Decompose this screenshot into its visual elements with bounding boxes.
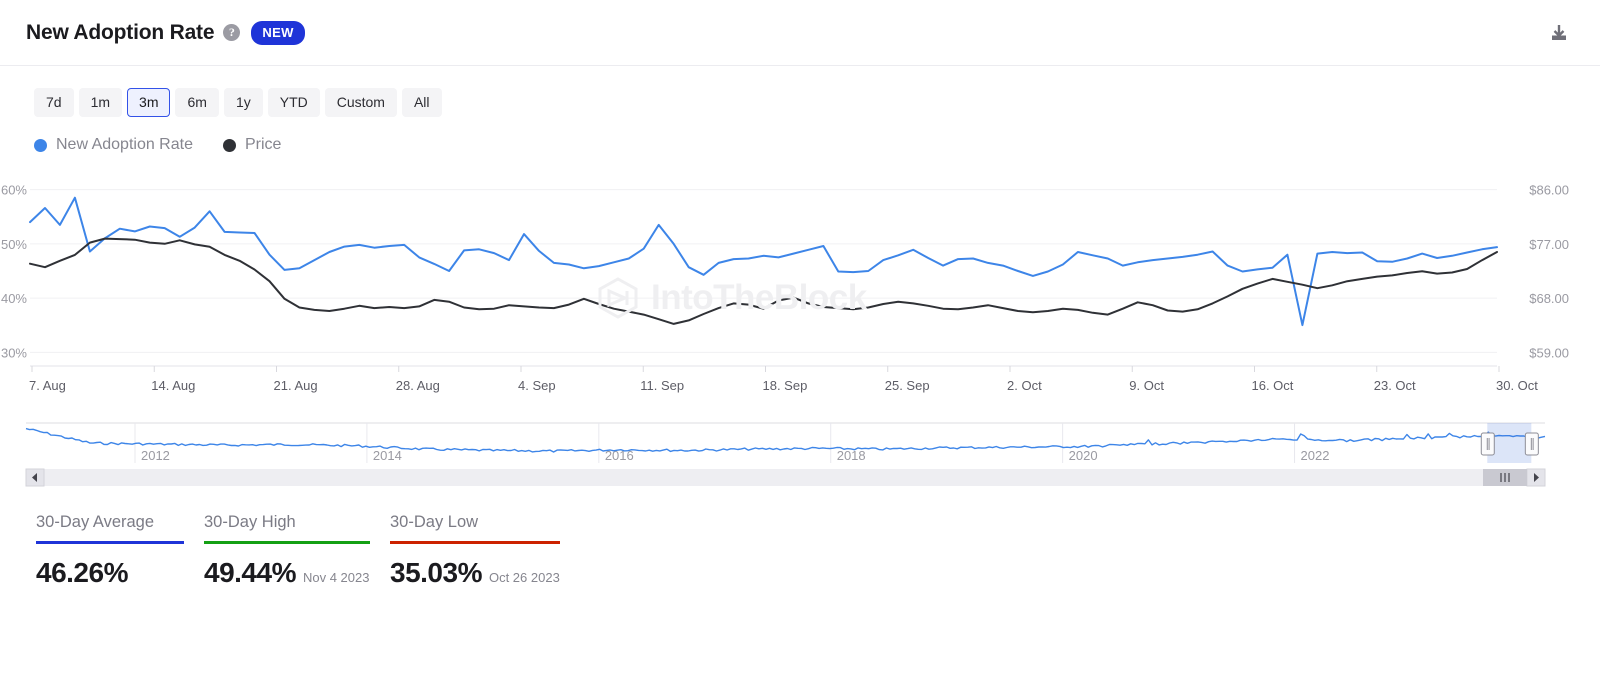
- legend-item-new-adoption-rate[interactable]: New Adoption Rate: [34, 136, 193, 154]
- x-axis-tick: 28. Aug: [396, 378, 440, 393]
- series-line-new-adoption-rate: [29, 196, 1498, 327]
- stat-30-day-high: 30-Day High 49.44% Nov 4 2023: [204, 513, 370, 589]
- x-axis-tick: 7. Aug: [29, 378, 66, 393]
- legend-dot-icon: [34, 138, 47, 152]
- x-axis-tick: 25. Sep: [885, 378, 930, 393]
- x-axis-tick: 23. Oct: [1374, 378, 1416, 393]
- stat-value: 49.44%: [204, 557, 296, 588]
- y-axis-right-tick: $59.00: [1529, 345, 1569, 360]
- x-axis-tick: 11. Sep: [640, 378, 684, 393]
- x-axis-tick: 2. Oct: [1007, 378, 1042, 393]
- range-button-1m[interactable]: 1m: [78, 88, 123, 117]
- main-chart[interactable]: 60% $86.00 50% $77.00 40% $68.00 30% $59.00 7. A…: [0, 164, 1600, 409]
- y-axis-right-tick: $68.00: [1529, 291, 1569, 306]
- range-button-all[interactable]: All: [401, 88, 442, 117]
- range-button-1y[interactable]: 1y: [223, 88, 263, 117]
- chart-legend: New Adoption Rate Price: [0, 117, 1600, 154]
- stat-date: Nov 4 2023: [302, 570, 370, 585]
- y-axis-left-tick: 50%: [1, 237, 27, 252]
- y-axis-left-tick: 40%: [1, 291, 27, 306]
- chart-navigator[interactable]: 2012 2014 2016 2018 2020 2022: [0, 415, 1600, 490]
- x-axis-tick: 9. Oct: [1129, 378, 1164, 393]
- download-glyph: [1552, 24, 1566, 40]
- navigator-year-label: 2012: [141, 448, 170, 463]
- y-axis-left-tick: 60%: [1, 183, 27, 198]
- scroll-left-icon[interactable]: [25, 468, 45, 487]
- y-axis-right-tick: $77.00: [1529, 237, 1569, 252]
- legend-dot-icon: [222, 138, 236, 152]
- status-badge: NEW: [251, 20, 305, 45]
- question-mark-icon[interactable]: ?: [223, 24, 241, 41]
- range-button-3m[interactable]: 3m: [127, 88, 171, 117]
- range-button-custom[interactable]: Custom: [324, 88, 397, 117]
- stat-value: 35.03%: [390, 557, 482, 588]
- x-axis-tick: 14. Aug: [151, 378, 195, 393]
- navigator-scrollbar-thumb[interactable]: [1483, 469, 1527, 486]
- x-axis-tick: 18. Sep: [763, 378, 808, 393]
- x-axis-tick: 21. Aug: [274, 378, 318, 393]
- x-axis-tick: 16. Oct: [1252, 378, 1294, 393]
- time-range-selector: 7d 1m 3m 6m 1y YTD Custom All: [0, 66, 1600, 117]
- range-button-7d[interactable]: 7d: [34, 88, 74, 117]
- y-axis-left-tick: 30%: [1, 345, 27, 360]
- page-title: New Adoption Rate: [26, 20, 215, 44]
- x-axis-tick: 4. Sep: [518, 378, 556, 393]
- y-axis-right-tick: $86.00: [1529, 183, 1569, 198]
- x-axis-tick: 30. Oct: [1496, 378, 1538, 393]
- scroll-right-icon[interactable]: [1526, 468, 1546, 487]
- legend-label: Price: [244, 136, 282, 153]
- stat-label: 30-Day Average: [36, 513, 155, 531]
- card-header: New Adoption Rate ? NEW: [0, 0, 1600, 66]
- navigator-year-label: 2018: [837, 448, 866, 463]
- navigator-year-label: 2022: [1301, 448, 1330, 463]
- stat-30-day-average: 30-Day Average 46.26%: [36, 513, 184, 589]
- navigator-handle-right[interactable]: [1524, 432, 1539, 456]
- navigator-canvas[interactable]: 2012 2014 2016 2018 2020 2022: [0, 415, 1600, 490]
- navigator-year-label: 2014: [373, 448, 402, 463]
- navigator-handle-left[interactable]: [1480, 432, 1495, 456]
- range-button-6m[interactable]: 6m: [175, 88, 219, 117]
- stat-label: 30-Day High: [204, 513, 296, 531]
- summary-stats: 30-Day Average 46.26% 30-Day High 49.44%…: [0, 513, 1600, 589]
- legend-item-price[interactable]: Price: [222, 136, 282, 154]
- series-line-price: [29, 237, 1498, 325]
- download-icon[interactable]: [1544, 18, 1574, 48]
- range-button-ytd[interactable]: YTD: [267, 88, 320, 117]
- navigator-year-label: 2020: [1069, 448, 1098, 463]
- stat-30-day-low: 30-Day Low 35.03% Oct 26 2023: [390, 513, 560, 589]
- stat-label: 30-Day Low: [390, 513, 479, 531]
- stat-date: Oct 26 2023: [488, 570, 560, 585]
- stat-value: 46.26%: [36, 557, 128, 588]
- chart-canvas: 60% $86.00 50% $77.00 40% $68.00 30% $59.00 7. A…: [1, 183, 1569, 393]
- new-adoption-rate-card: New Adoption Rate ? NEW 7d 1m 3m 6m 1y Y…: [0, 0, 1600, 686]
- legend-label: New Adoption Rate: [56, 136, 193, 153]
